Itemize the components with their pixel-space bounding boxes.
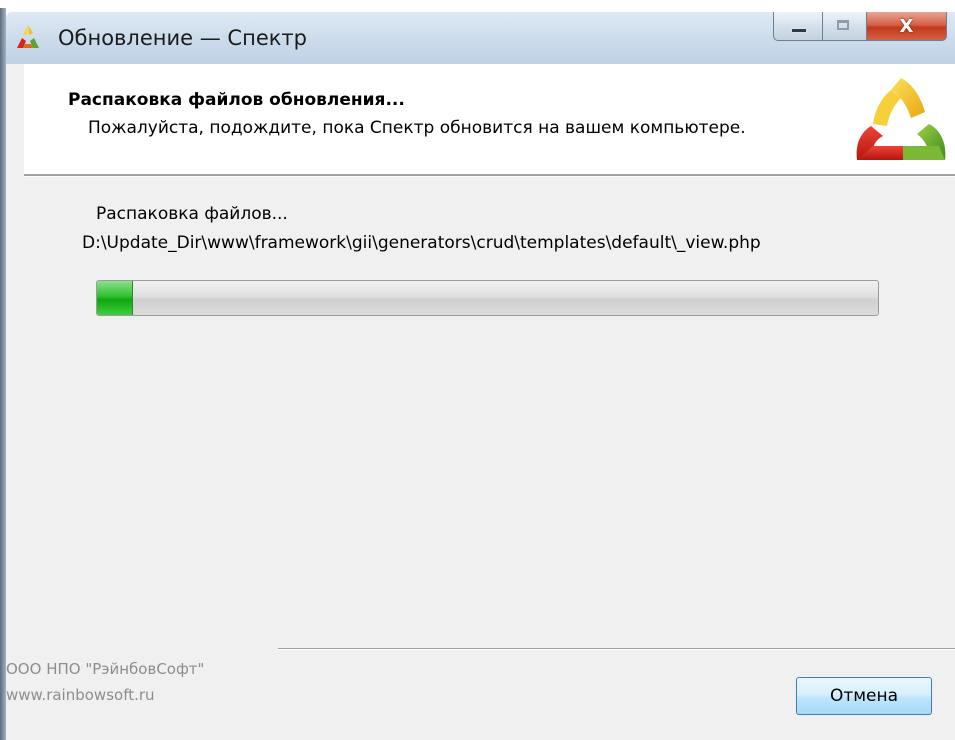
footer-separator: [278, 648, 955, 650]
maximize-icon: [837, 20, 849, 30]
status-text: Распаковка файлов...: [96, 204, 288, 224]
header-title: Распаковка файлов обновления...: [68, 90, 405, 110]
window-left-border: [6, 64, 24, 740]
minimize-icon: [792, 29, 806, 32]
spectr-logo-icon: [856, 78, 946, 160]
company-website: www.rainbowsoft.ru: [6, 686, 155, 704]
title-bar[interactable]: Обновление — Спектр X: [6, 12, 955, 64]
close-icon: X: [899, 15, 914, 37]
current-file-path: D:\Update_Dir\www\framework\gii\generato…: [82, 233, 761, 253]
spectr-app-icon: [17, 25, 39, 48]
header-panel: Распаковка файлов обновления... Пожалуйс…: [24, 64, 955, 174]
window-title: Обновление — Спектр: [58, 26, 307, 50]
company-name: ООО НПО "РэйнбовСофт": [6, 660, 205, 678]
minimize-button[interactable]: [773, 12, 823, 41]
installer-window: Обновление — Спектр X Распаковка файлов …: [0, 0, 955, 740]
content-panel: [24, 177, 955, 740]
close-button[interactable]: X: [867, 12, 947, 41]
maximize-button[interactable]: [823, 12, 867, 41]
progress-bar: [96, 280, 879, 316]
header-subtitle: Пожалуйста, подождите, пока Спектр обнов…: [88, 118, 746, 138]
caption-buttons: X: [773, 12, 947, 42]
progress-bar-fill: [97, 281, 134, 315]
cancel-button[interactable]: Отмена: [796, 677, 932, 715]
